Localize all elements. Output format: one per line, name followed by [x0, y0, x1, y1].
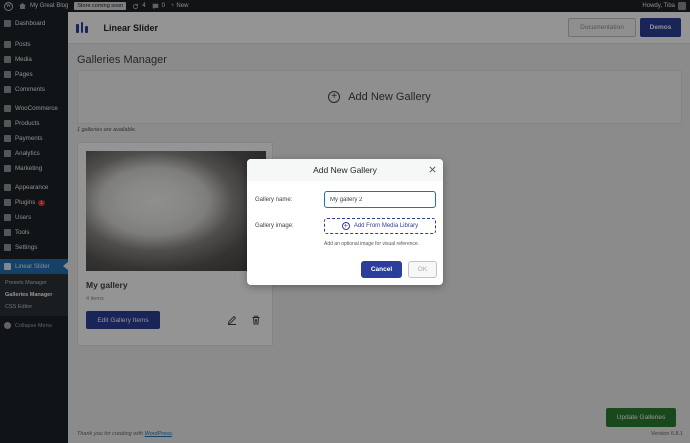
- gallery-name-label: Gallery name:: [255, 197, 293, 203]
- gallery-name-input[interactable]: [324, 191, 436, 208]
- ok-button[interactable]: OK: [408, 261, 437, 278]
- plus-circle-icon: +: [341, 222, 350, 230]
- cancel-button[interactable]: Cancel: [361, 261, 402, 278]
- gallery-image-hint: Add an optional image for visual referen…: [324, 241, 420, 247]
- add-from-media-library-button[interactable]: + Add From Media Library: [324, 218, 436, 234]
- modal-title: Add New Gallery: [313, 165, 377, 175]
- close-button[interactable]: [428, 165, 437, 174]
- add-from-media-library-label: Add From Media Library: [353, 223, 419, 229]
- add-gallery-modal: Add New Gallery Gallery name: Gallery im…: [247, 159, 443, 285]
- close-icon: [429, 166, 436, 173]
- gallery-image-label: Gallery image:: [255, 223, 294, 229]
- modal-header: Add New Gallery: [247, 159, 443, 181]
